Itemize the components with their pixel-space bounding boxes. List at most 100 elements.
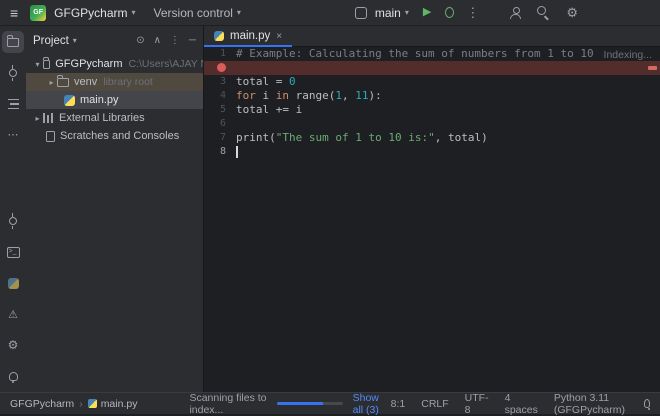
editor-tab-bar: main.py × — [204, 26, 660, 47]
breadcrumb-project[interactable]: GFGPycharm — [10, 398, 74, 410]
chevron-right-icon[interactable]: ▸ — [32, 114, 43, 123]
indexing-message: Scanning files to index... — [189, 392, 267, 416]
breadcrumb-file-label: main.py — [101, 398, 138, 410]
project-panel-header: Project ▾ ⊙ ∧ ⋮ ─ — [26, 26, 203, 55]
main-menu-icon[interactable]: ≡ — [10, 6, 18, 20]
terminal-tool-button[interactable]: >_ — [2, 241, 24, 263]
chevron-down-icon: ▾ — [73, 36, 77, 45]
commit-tool-button[interactable] — [2, 62, 24, 84]
line-number-gutter[interactable]: 5 — [204, 103, 236, 117]
services-icon: ⚙ — [8, 338, 19, 352]
chevron-down-icon: ▾ — [405, 8, 409, 17]
version-control-menu[interactable]: Version control — [154, 6, 233, 20]
code-editor[interactable]: Indexing... 1# Example: Calculating the … — [204, 47, 660, 392]
caret-position-widget[interactable]: 8:1 — [391, 398, 406, 410]
code-line[interactable]: 5 total += i — [204, 103, 660, 117]
code-text: for i in range(1, 11): — [236, 89, 382, 103]
settings-gear-icon[interactable]: ⚙ — [566, 6, 578, 19]
tree-scratches-label: Scratches and Consoles — [60, 130, 179, 142]
project-panel-title[interactable]: Project — [33, 35, 69, 47]
debug-icon[interactable] — [445, 7, 454, 18]
tool-window-stripe: ⋯ >_ ⚠ ⚙ — [0, 26, 26, 392]
search-icon[interactable] — [537, 6, 550, 19]
error-stripe-mark[interactable] — [648, 66, 657, 70]
python-file-icon — [64, 95, 75, 106]
chevron-down-icon[interactable]: ▾ — [32, 60, 43, 69]
tab-main-py[interactable]: main.py × — [204, 26, 292, 46]
code-line[interactable]: 3total = 0 — [204, 75, 660, 89]
line-number-gutter[interactable]: 1 — [204, 47, 236, 61]
commit-vcs-tool-button[interactable] — [2, 210, 24, 232]
tree-item-project-root[interactable]: ▾ GFGPycharm C:\Users\AJAY MAKVANA\D... — [26, 55, 203, 73]
tree-item-external-libraries[interactable]: ▸ External Libraries — [26, 109, 203, 127]
line-number-gutter[interactable]: 8 — [204, 145, 236, 159]
code-text: print("The sum of 1 to 10 is:", total) — [236, 131, 488, 145]
line-number-gutter[interactable]: 7 — [204, 131, 236, 145]
code-line[interactable]: 6 — [204, 117, 660, 131]
chevron-right-icon[interactable]: ▸ — [46, 78, 57, 87]
bell-icon — [9, 372, 18, 381]
run-config-selector[interactable]: main — [375, 6, 401, 20]
text-caret — [236, 146, 238, 158]
tree-root-path: C:\Users\AJAY MAKVANA\D... — [128, 58, 203, 70]
python-console-tool-button[interactable] — [2, 272, 24, 294]
line-number-gutter[interactable]: 3 — [204, 75, 236, 89]
code-text: total += i — [236, 103, 302, 117]
code-text: total = 0 — [236, 75, 296, 89]
close-icon[interactable]: × — [276, 31, 282, 42]
terminal-icon: >_ — [7, 247, 20, 258]
interpreter-widget[interactable]: Python 3.11 (GFGPycharm) — [554, 392, 628, 416]
folder-icon — [57, 78, 69, 87]
problems-icon: ⚠ — [8, 308, 18, 321]
libraries-icon — [43, 113, 54, 123]
panel-options-icon[interactable]: ⋮ — [170, 35, 180, 46]
tree-venv-label: venv — [74, 76, 97, 88]
services-tool-button[interactable]: ⚙ — [2, 334, 24, 356]
breakpoint-dot[interactable] — [217, 63, 226, 72]
notifications-tool-button[interactable] — [2, 365, 24, 387]
project-tool-button[interactable] — [2, 31, 24, 53]
line-separator-widget[interactable]: CRLF — [421, 398, 448, 410]
locate-file-icon[interactable]: ⊙ — [136, 35, 144, 46]
line-number-gutter[interactable] — [204, 61, 236, 75]
collapse-all-icon[interactable]: ∧ — [154, 35, 161, 46]
structure-tool-button[interactable] — [2, 93, 24, 115]
python-console-icon — [8, 278, 19, 289]
run-config-icon — [355, 7, 367, 19]
code-line[interactable]: 8 — [204, 145, 660, 159]
more-tool-windows-button[interactable]: ⋯ — [2, 124, 24, 146]
project-panel-actions: ⊙ ∧ ⋮ ─ — [136, 35, 196, 46]
tree-item-main-py[interactable]: main.py — [26, 91, 203, 109]
code-line[interactable]: 7print("The sum of 1 to 10 is:", total) — [204, 131, 660, 145]
encoding-widget[interactable]: UTF-8 — [465, 392, 489, 416]
show-all-link[interactable]: Show all (3) — [353, 392, 391, 416]
project-menu[interactable]: GFGPycharm — [54, 6, 127, 20]
line-number-gutter[interactable]: 4 — [204, 89, 236, 103]
title-bar: ≡ GF GFGPycharm ▾ Version control ▾ main… — [0, 0, 660, 26]
line-number-gutter[interactable]: 6 — [204, 117, 236, 131]
indent-widget[interactable]: 4 spaces — [505, 392, 538, 416]
hide-panel-icon[interactable]: ─ — [189, 35, 196, 46]
code-area[interactable]: 1# Example: Calculating the sum of numbe… — [204, 47, 660, 159]
breadcrumb-file[interactable]: main.py — [88, 398, 138, 410]
code-line[interactable]: 4for i in range(1, 11): — [204, 89, 660, 103]
run-widget: main ▾ ▶ ⋮ — [355, 6, 480, 20]
code-line[interactable]: 1# Example: Calculating the sum of numbe… — [204, 47, 660, 61]
scratch-file-icon — [46, 131, 55, 142]
commit-icon — [9, 69, 17, 77]
code-text — [236, 145, 238, 159]
tree-item-scratches[interactable]: Scratches and Consoles — [26, 127, 203, 145]
tree-root-label: GFGPycharm — [55, 58, 122, 70]
more-actions-button[interactable]: ⋮ — [466, 6, 479, 19]
code-with-me-icon[interactable] — [509, 7, 521, 19]
tree-main-py-label: main.py — [80, 94, 119, 106]
indexing-progress-fill — [277, 402, 323, 405]
tree-item-venv[interactable]: ▸ venv library root — [26, 73, 203, 91]
more-icon: ⋯ — [8, 130, 19, 141]
problems-tool-button[interactable]: ⚠ — [2, 303, 24, 325]
code-line[interactable] — [204, 61, 660, 75]
title-bar-icons: ⚙ — [509, 6, 578, 19]
app-logo: GF — [30, 5, 46, 21]
run-button[interactable]: ▶ — [423, 7, 431, 18]
notifications-icon[interactable] — [644, 399, 650, 408]
